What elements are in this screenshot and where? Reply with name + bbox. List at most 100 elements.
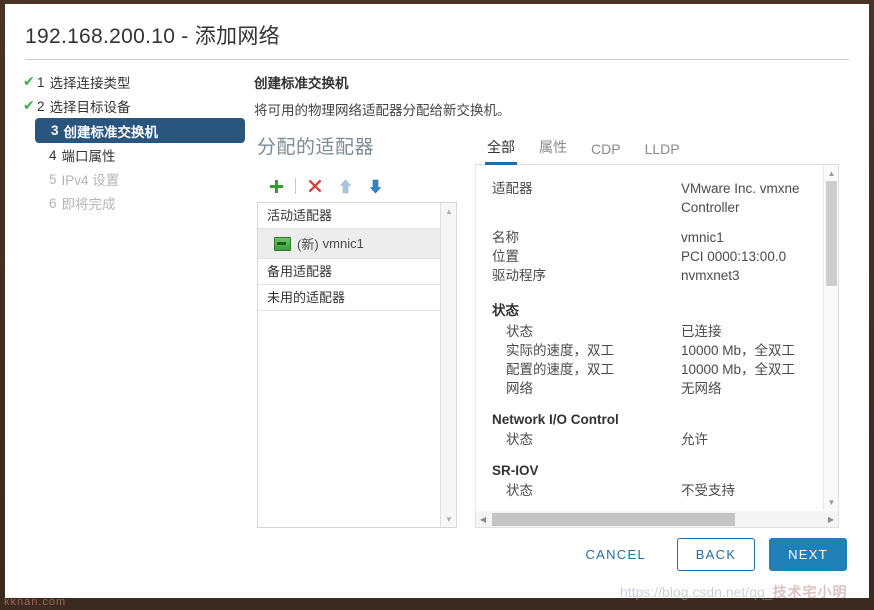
details-body: 适配器 VMware Inc. vmxne Controller 名称 vmni… (475, 165, 839, 510)
sidebar-item-step-2[interactable]: ✔ 2 选择目标设备 (23, 94, 245, 118)
tab-properties[interactable]: 属性 (527, 137, 579, 164)
detail-row-name: 名称 vmnic1 (476, 228, 824, 247)
step-label: 选择目标设备 (49, 100, 131, 115)
detail-row-configured-speed: 配置的速度，双工 10000 Mb，全双工 (476, 360, 824, 379)
step-label: 端口属性 (61, 149, 116, 164)
scroll-up-icon[interactable]: ▲ (441, 203, 457, 219)
details-content: 适配器 VMware Inc. vmxne Controller 名称 vmni… (476, 165, 824, 510)
detail-row-adapter: 适配器 VMware Inc. vmxne (476, 179, 824, 198)
adapter-new-tag: (新) (297, 237, 319, 252)
adapter-group-active: 活动适配器 (258, 203, 441, 229)
adapter-list-scrollbar[interactable]: ▲ ▼ (440, 203, 456, 527)
detail-row-network: 网络 无网络 (476, 379, 824, 398)
cancel-button[interactable]: CANCEL (568, 538, 663, 571)
content-title: 创建标准交换机 (254, 76, 349, 91)
scroll-down-icon[interactable]: ▼ (441, 511, 457, 527)
scrollbar-thumb[interactable] (826, 181, 837, 286)
details-horizontal-scrollbar[interactable]: ◀ ▶ (475, 511, 839, 528)
step-number: 5 (49, 171, 57, 187)
scroll-left-icon[interactable]: ◀ (476, 512, 490, 527)
add-adapter-icon[interactable] (261, 173, 291, 199)
detail-value: 不受支持 (681, 483, 735, 498)
detail-value: 10000 Mb，全双工 (681, 343, 796, 358)
page-title: 192.168.200.10 - 添加网络 (25, 25, 280, 48)
detail-value: 10000 Mb，全双工 (681, 362, 796, 377)
detail-value: 允许 (681, 432, 708, 447)
detail-key (476, 198, 681, 217)
detail-key: 状态 (506, 483, 533, 498)
step-number: 4 (49, 147, 57, 163)
sidebar-item-step-3[interactable]: 3 创建标准交换机 (35, 118, 245, 143)
dialog-title-bar: 192.168.200.10 - 添加网络 (5, 4, 869, 59)
assigned-adapters-title: 分配的适配器 (257, 137, 375, 158)
detail-section-sriov: SR-IOV (492, 463, 539, 478)
back-button[interactable]: BACK (677, 537, 755, 571)
content-subtitle: 将可用的物理网络适配器分配给新交换机。 (254, 103, 511, 118)
detail-key: 位置 (492, 249, 519, 264)
detail-key: 状态 (506, 432, 533, 447)
detail-value: vmnic1 (681, 230, 724, 245)
detail-value: VMware Inc. vmxne (681, 181, 800, 196)
step-label: 选择连接类型 (49, 76, 131, 91)
step-label: 即将完成 (61, 197, 116, 212)
sidebar-item-step-4[interactable]: 4 端口属性 (23, 143, 245, 167)
scroll-down-icon[interactable]: ▼ (824, 494, 838, 510)
list-item[interactable]: (新) vmnic1 (258, 229, 441, 259)
step-number: 2 (37, 98, 45, 114)
remove-adapter-icon[interactable] (300, 173, 330, 199)
wizard-steps: ✔ 1 选择连接类型 ✔ 2 选择目标设备 3 创建标准交换机 4 端口属性 5… (23, 70, 245, 215)
dialog-footer: CANCEL BACK NEXT (5, 532, 869, 576)
content-header: 创建标准交换机 将可用的物理网络适配器分配给新交换机。 (254, 72, 511, 119)
adapter-toolbar (261, 172, 451, 200)
step-label: IPv4 设置 (61, 173, 120, 188)
adapter-group-standby: 备用适配器 (258, 259, 441, 285)
check-icon: ✔ (23, 97, 35, 113)
adapter-name: vmnic1 (322, 236, 364, 251)
detail-value: 已连接 (681, 324, 722, 339)
step-number: 6 (49, 195, 57, 211)
tab-all[interactable]: 全部 (475, 137, 527, 165)
tab-cdp[interactable]: CDP (579, 141, 633, 164)
detail-row-sriov-status: 状态 不受支持 (476, 481, 824, 500)
step-label: 创建标准交换机 (63, 124, 159, 140)
adapter-details-panel: 全部 属性 CDP LLDP 适配器 VMware Inc. vmxne Con… (475, 132, 839, 528)
detail-row-actual-speed: 实际的速度，双工 10000 Mb，全双工 (476, 341, 824, 360)
sidebar-item-step-6: 6 即将完成 (23, 191, 245, 215)
detail-key: 适配器 (492, 181, 533, 196)
detail-section-nioc: Network I/O Control (492, 412, 619, 427)
detail-section-status: 状态 (492, 303, 519, 318)
scroll-right-icon[interactable]: ▶ (824, 512, 838, 527)
detail-key: 实际的速度，双工 (506, 343, 614, 358)
network-adapter-icon (274, 236, 291, 251)
tab-lldp[interactable]: LLDP (633, 141, 692, 164)
details-vertical-scrollbar[interactable]: ▲ ▼ (823, 165, 838, 510)
detail-value: nvmxnet3 (681, 268, 740, 283)
adapter-list-panel: 活动适配器 (新) vmnic1 备用适配器 未用的适配器 ▲ ▼ (257, 202, 457, 528)
detail-row-driver: 驱动程序 nvmxnet3 (476, 266, 824, 285)
detail-value: PCI 0000:13:00.0 (681, 249, 787, 264)
detail-row-location: 位置 PCI 0000:13:00.0 (476, 247, 824, 266)
add-network-dialog: 192.168.200.10 - 添加网络 ✔ 1 选择连接类型 ✔ 2 选择目… (5, 4, 869, 598)
scrollbar-track[interactable] (490, 512, 824, 527)
move-down-icon[interactable] (360, 173, 390, 199)
detail-key: 配置的速度，双工 (506, 362, 614, 377)
scroll-up-icon[interactable]: ▲ (824, 165, 838, 181)
move-up-icon[interactable] (330, 173, 360, 199)
detail-key: 驱动程序 (492, 268, 546, 283)
detail-key: 状态 (506, 324, 533, 339)
desktop-background: 192.168.200.10 - 添加网络 ✔ 1 选择连接类型 ✔ 2 选择目… (0, 0, 874, 610)
detail-row-status: 状态 已连接 (476, 322, 824, 341)
detail-value: Controller (681, 200, 740, 215)
scrollbar-thumb[interactable] (492, 512, 735, 526)
detail-value: 无网络 (681, 381, 722, 396)
sidebar-item-step-5: 5 IPv4 设置 (23, 167, 245, 191)
next-button[interactable]: NEXT (769, 537, 847, 571)
step-number: 3 (51, 123, 59, 138)
toolbar-divider (295, 178, 296, 194)
check-icon: ✔ (23, 73, 35, 89)
detail-row-nioc-status: 状态 允许 (476, 430, 824, 449)
adapter-list: 活动适配器 (新) vmnic1 备用适配器 未用的适配器 (258, 203, 441, 527)
detail-key: 名称 (492, 230, 519, 245)
sidebar-item-step-1[interactable]: ✔ 1 选择连接类型 (23, 70, 245, 94)
